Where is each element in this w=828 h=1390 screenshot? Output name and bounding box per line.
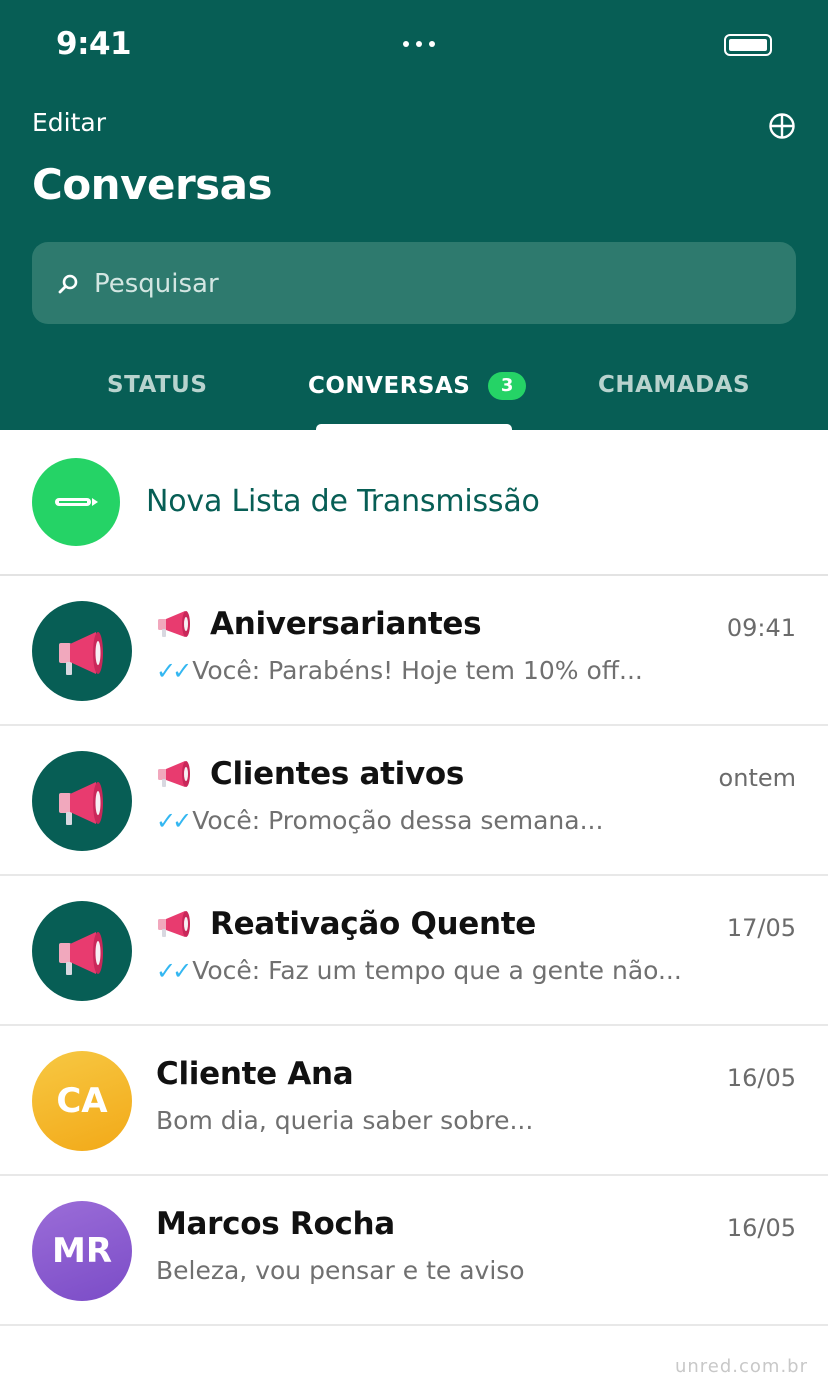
chat-row-reativacao-quente[interactable]: Reativação Quente 17/05 ✓✓ Você: Faz um … [0, 876, 828, 1026]
new-broadcast-list-label: Nova Lista de Transmissão [146, 484, 540, 519]
chat-preview: ✓✓ Você: Parabéns! Hoje tem 10% off... [156, 656, 643, 685]
compose-icon[interactable] [766, 110, 798, 142]
chat-time: 17/05 [726, 914, 796, 942]
chat-time: 16/05 [726, 1064, 796, 1092]
megaphone-icon [158, 761, 190, 787]
broadcast-avatar [32, 901, 132, 1001]
chat-preview: ✓✓ Você: Faz um tempo que a gente não... [156, 956, 682, 985]
chat-preview-text: Bom dia, queria saber sobre... [156, 1106, 534, 1135]
broadcast-list-icon [32, 458, 120, 546]
tab-chamadas[interactable]: CHAMADAS [598, 372, 750, 398]
battery-icon [724, 34, 772, 56]
megaphone-icon [158, 611, 190, 637]
search-icon [58, 274, 78, 294]
tab-conversas[interactable]: CONVERSAS 3 [308, 372, 527, 400]
avatar: CA [32, 1051, 132, 1151]
chat-time: ontem [718, 764, 796, 792]
search-input[interactable]: Pesquisar [32, 242, 796, 324]
watermark: unred.com.br [674, 1356, 808, 1377]
chat-preview-text: Você: Promoção dessa semana... [192, 806, 604, 835]
chat-name: Cliente Ana [156, 1056, 354, 1092]
double-check-icon: ✓✓ [156, 656, 192, 685]
chat-name: Aniversariantes [156, 606, 482, 642]
megaphone-icon [59, 782, 103, 825]
double-check-icon: ✓✓ [156, 806, 192, 835]
chat-time: 09:41 [726, 614, 796, 642]
chat-name-text: Clientes ativos [210, 756, 465, 792]
broadcast-avatar [32, 751, 132, 851]
chat-preview: Beleza, vou pensar e te aviso [156, 1256, 525, 1285]
chat-preview: Bom dia, queria saber sobre... [156, 1106, 533, 1135]
status-bar-time: 9:41 [56, 26, 132, 62]
avatar: MR [32, 1201, 132, 1301]
megaphone-icon [59, 632, 103, 675]
chat-name: Marcos Rocha [156, 1206, 395, 1242]
chat-name-text: Aniversariantes [210, 606, 482, 642]
chat-preview-text: Beleza, vou pensar e te aviso [156, 1256, 525, 1285]
chat-preview-text: Você: Faz um tempo que a gente não... [192, 956, 682, 985]
chat-name-text: Cliente Ana [156, 1056, 354, 1092]
page-title: Conversas [32, 160, 273, 209]
edit-button[interactable]: Editar [32, 108, 106, 137]
chat-row-aniversariantes[interactable]: Aniversariantes 09:41 ✓✓ Você: Parabéns!… [0, 576, 828, 726]
megaphone-icon [158, 911, 190, 937]
chat-row-cliente-ana[interactable]: CA Cliente Ana 16/05 Bom dia, queria sab… [0, 1026, 828, 1176]
chat-name: Clientes ativos [156, 756, 464, 792]
app-header: 9:41 Editar Conversas Pesquisar STATUS C… [0, 0, 828, 434]
chat-time: 16/05 [726, 1214, 796, 1242]
search-placeholder: Pesquisar [94, 269, 219, 299]
chat-name-text: Reativação Quente [210, 906, 537, 942]
broadcast-avatar [32, 601, 132, 701]
chat-row-clientes-ativos[interactable]: Clientes ativos ontem ✓✓ Você: Promoção … [0, 726, 828, 876]
new-broadcast-list-button[interactable]: Nova Lista de Transmissão [0, 430, 828, 576]
chat-name: Reativação Quente [156, 906, 536, 942]
unread-badge: 3 [488, 372, 527, 400]
tab-status[interactable]: STATUS [107, 372, 207, 398]
megaphone-icon [59, 932, 103, 975]
chat-preview: ✓✓ Você: Promoção dessa semana... [156, 806, 603, 835]
chat-row-marcos-rocha[interactable]: MR Marcos Rocha 16/05 Beleza, vou pensar… [0, 1176, 828, 1326]
tab-conversas-label: CONVERSAS [308, 373, 471, 399]
double-check-icon: ✓✓ [156, 956, 192, 985]
status-bar-dots-icon [403, 41, 435, 47]
chat-name-text: Marcos Rocha [156, 1206, 395, 1242]
chat-preview-text: Você: Parabéns! Hoje tem 10% off... [192, 656, 643, 685]
